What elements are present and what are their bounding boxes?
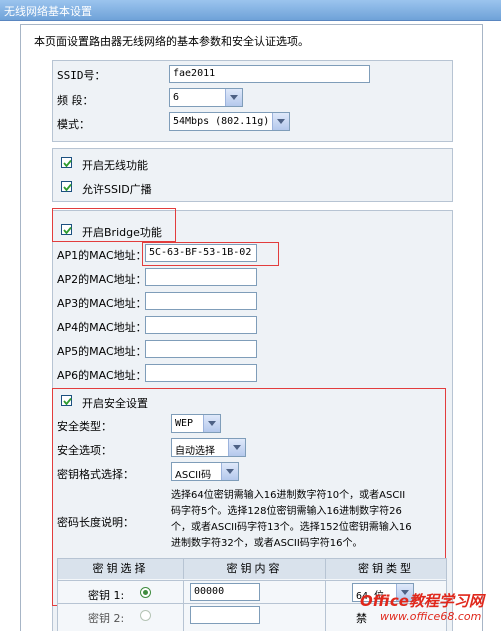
enable-bridge-checkbox[interactable]: [61, 224, 72, 235]
key-length-line-2: 码字符5个。选择128位密钥需输入16进制数字符26: [171, 506, 402, 517]
enable-wireless-label: 开启无线功能: [82, 159, 148, 172]
chevron-down-icon[interactable]: [228, 439, 245, 456]
ap6-mac-label: AP6的MAC地址：: [57, 369, 147, 382]
table-divider: [58, 580, 446, 581]
security-option-label: 安全选项：: [57, 444, 112, 457]
ap1-mac-input[interactable]: 5C-63-BF-53-1B-02: [145, 244, 257, 262]
table-divider: [183, 580, 184, 631]
mode-select[interactable]: 54Mbps (802.11g): [169, 112, 290, 131]
window-title: 无线网络基本设置: [4, 5, 92, 18]
key-format-label: 密钥格式选择：: [57, 468, 134, 481]
ap4-mac-input[interactable]: [145, 316, 257, 334]
checkmark-icon: [63, 159, 72, 168]
key-length-label: 密码长度说明：: [57, 516, 134, 529]
checkmark-icon: [63, 397, 72, 406]
mode-label: 模式：: [57, 118, 90, 131]
ssid-label: SSID号：: [57, 69, 106, 82]
window-titlebar: 无线网络基本设置: [0, 0, 501, 21]
key-2-type-value: 禁: [356, 612, 367, 625]
key-1-input[interactable]: 00000: [190, 583, 260, 601]
enable-wireless-checkbox[interactable]: [61, 157, 72, 168]
key-select-header: 密钥选择: [58, 559, 184, 579]
watermark-title: Office教程学习网: [360, 592, 484, 610]
watermark-url: www.office68.com: [380, 610, 482, 623]
key-length-line-4: 进制数字符32个，或者ASCII码字符16个。: [171, 538, 363, 549]
ap3-mac-label: AP3的MAC地址：: [57, 297, 147, 310]
ap2-mac-input[interactable]: [145, 268, 257, 286]
ap1-mac-label: AP1的MAC地址：: [57, 249, 147, 262]
security-option-value: 自动选择: [175, 446, 215, 457]
chevron-down-icon[interactable]: [225, 89, 242, 106]
security-option-select[interactable]: 自动选择: [171, 438, 246, 457]
key-2-input[interactable]: [190, 606, 260, 624]
key-1-label: 密钥 1:: [88, 589, 125, 602]
chevron-down-icon[interactable]: [272, 113, 289, 130]
security-type-label: 安全类型：: [57, 420, 112, 433]
key-2-label: 密钥 2:: [88, 612, 125, 625]
channel-label: 频 段：: [57, 94, 94, 107]
key-1-radio[interactable]: [140, 587, 151, 598]
ap3-mac-input[interactable]: [145, 292, 257, 310]
chevron-down-icon[interactable]: [221, 463, 238, 480]
table-divider: [325, 580, 326, 631]
key-length-line-1: 选择64位密钥需输入16进制数字符10个，或者ASCII: [171, 490, 406, 501]
key-format-value: ASCII码: [175, 470, 212, 481]
security-type-value: WEP: [175, 418, 194, 429]
ap4-mac-label: AP4的MAC地址：: [57, 321, 147, 334]
security-type-select[interactable]: WEP: [171, 414, 221, 433]
enable-bridge-label: 开启Bridge功能: [82, 226, 162, 239]
ap5-mac-input[interactable]: [145, 340, 257, 358]
key-2-radio[interactable]: [140, 610, 151, 621]
mode-select-value: 54Mbps (802.11g): [173, 116, 270, 127]
intro-text: 本页面设置路由器无线网络的基本参数和安全认证选项。: [34, 35, 309, 48]
checkmark-icon: [63, 226, 72, 235]
key-content-header: 密钥内容: [184, 559, 326, 579]
channel-select[interactable]: 6: [169, 88, 243, 107]
checkmark-icon: [63, 183, 72, 192]
key-type-header: 密钥类型: [326, 559, 446, 579]
enable-security-label: 开启安全设置: [82, 397, 148, 410]
key-length-line-3: 个，或者ASCII码字符13个。选择152位密钥需输入16: [171, 522, 412, 533]
key-format-select[interactable]: ASCII码: [171, 462, 239, 481]
ap2-mac-label: AP2的MAC地址：: [57, 273, 147, 286]
ssid-input[interactable]: fae2011: [169, 65, 370, 83]
ap5-mac-label: AP5的MAC地址：: [57, 345, 147, 358]
ap6-mac-input[interactable]: [145, 364, 257, 382]
ssid-broadcast-checkbox[interactable]: [61, 181, 72, 192]
ssid-broadcast-label: 允许SSID广播: [82, 183, 152, 196]
enable-security-checkbox[interactable]: [61, 395, 72, 406]
channel-select-value: 6: [173, 92, 180, 103]
chevron-down-icon[interactable]: [203, 415, 220, 432]
